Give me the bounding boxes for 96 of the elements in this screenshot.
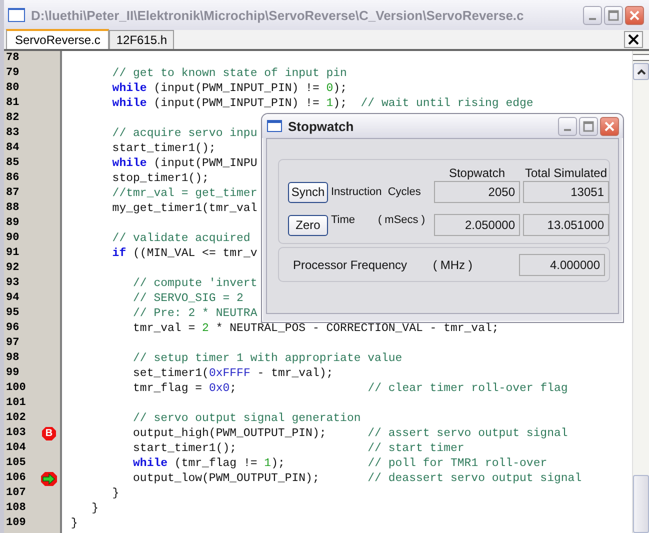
code-line: while (tmr_flag != 1); // poll for TMR1 roll-over [132,456,548,471]
line-number: 109 [5,516,27,531]
minimize-icon [564,129,571,131]
code-line: start_timer1(); [111,141,216,156]
line-number: 81 [5,96,20,111]
close-icon [604,120,615,132]
line-number: 80 [5,81,20,96]
line-number: 87 [5,186,20,201]
code-line: my_get_timer1(tmr_val [111,201,258,216]
code-line: output_low(PWM_OUTPUT_PIN); // deassert servo output signal [132,471,582,486]
code-line: // SERVO_SIG = 2 [132,291,244,306]
breakpoint-marker[interactable]: B [42,426,56,440]
maximize-icon [583,120,594,132]
line-number: 107 [5,486,27,501]
code-line: // servo output signal generation [132,411,361,426]
field-label: Processor Frequency [293,258,408,272]
line-number: 100 [5,381,27,396]
code-line: // Pre: 2 * NEUTRA [132,306,258,321]
value-field: 2050 [434,181,520,203]
line-number: 102 [5,411,27,426]
line-number: 93 [5,276,20,291]
window-title: D:\luethi\Peter_II\Elektronik\Microchip\ServoReverse\C_Version\ServoReverse.c [31,8,525,22]
line-number: 91 [5,246,20,261]
code-line: // get to known state of input pin [111,66,347,81]
line-number: 103 [5,426,27,441]
line-number: 98 [5,351,20,366]
maximize-button[interactable] [604,6,623,24]
line-number: 82 [5,111,20,126]
file-tab[interactable]: 12F615.h [109,30,174,49]
execution-arrow-icon [41,472,57,486]
value-field: 13051 [523,181,609,203]
code-line: // compute 'invert [132,276,258,291]
scroll-up-button[interactable] [633,63,649,80]
line-number: 85 [5,156,20,171]
line-number: 86 [5,171,20,186]
minimize-icon [589,18,596,20]
code-line: tmr_flag = 0x0; // clear timer roll-over flag [132,381,568,396]
line-number: 84 [5,141,20,156]
code-line: set_timer1(0xFFFF - tmr_val); [132,366,334,381]
code-line: // validate acquired [111,231,250,246]
maximize-icon [608,10,619,20]
value-field: 2.050000 [434,214,520,236]
unit-label: ( MHz ) [433,258,472,272]
scrollbar-thumb[interactable] [633,475,649,533]
action-button[interactable]: Synch [288,182,328,202]
column-header: Stopwatch [448,166,506,181]
file-tab[interactable]: ServoReverse.c [6,29,110,49]
value-field: 4.000000 [519,254,605,276]
line-number: 92 [5,261,20,276]
close-icon [629,10,640,20]
line-number: 97 [5,336,20,351]
code-line: // acquire servo inpu [111,126,258,141]
code-line: } [70,516,78,531]
line-number: 105 [5,456,27,471]
column-header: Total Simulated [524,166,608,181]
code-line: //tmr_val = get_timer [111,186,258,201]
splitter-handle[interactable] [633,54,649,61]
line-number: 106 [5,471,27,486]
window-icon [267,120,282,132]
caret-up-icon [636,68,646,74]
maximize-button[interactable] [579,116,598,136]
code-line: tmr_val = 2 * NEUTRAL_POS - CORRECTION_VAL - tmr_val; [132,321,499,336]
code-line: while (input(PWM_INPUT_PIN) != 0); [111,81,347,96]
close-icon [628,34,639,45]
line-number: 99 [5,366,20,381]
minimize-button[interactable] [558,116,577,136]
code-line: } [111,486,120,501]
unit-label: ( mSecs ) [378,214,425,226]
line-number: 78 [5,51,20,66]
code-line: output_high(PWM_OUTPUT_PIN); // assert servo output signal [132,426,568,441]
line-number: 104 [5,441,27,456]
value-field: 13.051000 [523,214,609,236]
line-number: 89 [5,216,20,231]
line-number: 79 [5,66,20,81]
code-line: while (input(PWM_INPUT_PIN) != 1); // wait until rising edge [111,96,534,111]
code-line: stop_timer1(); [111,171,209,186]
field-label: Instruction Cycles [331,186,422,198]
code-line: if ((MIN_VAL <= tmr_v [111,246,258,261]
window-icon [8,8,25,22]
code-line: } [90,501,99,516]
line-number: 101 [5,396,27,411]
line-number: 94 [5,291,20,306]
code-line: // setup timer 1 with appropriate value [132,351,402,366]
line-number: 83 [5,126,20,141]
line-number: 108 [5,501,27,516]
line-number: 96 [5,321,20,336]
code-line: while (input(PWM_INPU [111,156,258,171]
window-title: Stopwatch [288,118,355,134]
line-number: 95 [5,306,20,321]
line-number: 90 [5,231,20,246]
field-label: Time [331,214,356,226]
action-button[interactable]: Zero [288,214,328,236]
line-number: 88 [5,201,20,216]
close-button[interactable] [624,31,643,48]
minimize-button[interactable] [583,6,602,24]
code-line: start_timer1(); // start timer [132,441,464,456]
